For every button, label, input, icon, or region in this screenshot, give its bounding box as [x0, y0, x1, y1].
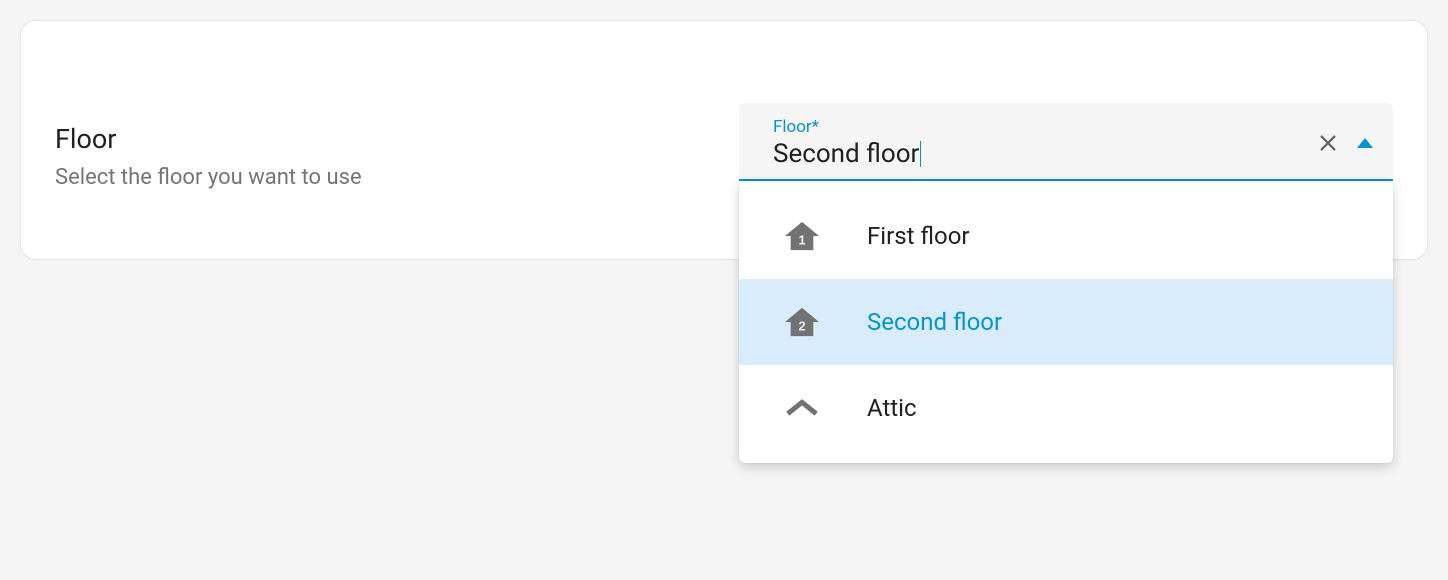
floor-option-label: First floor: [867, 222, 970, 250]
clear-icon[interactable]: [1317, 132, 1339, 154]
floor-select-icons: [1317, 132, 1373, 154]
roof-icon: [785, 393, 819, 423]
floor-selector-card: Floor Select the floor you want to use F…: [20, 20, 1428, 260]
floor-dropdown: 1 First floor 2 Second floor Attic: [739, 181, 1393, 463]
floor-option-attic[interactable]: Attic: [739, 365, 1393, 451]
section-subtitle: Select the floor you want to use: [55, 165, 699, 190]
floor-option-label: Attic: [867, 394, 917, 422]
floor-option-first-floor[interactable]: 1 First floor: [739, 193, 1393, 279]
floor-select-label: Floor*: [773, 117, 1317, 137]
house-2-icon: 2: [785, 307, 819, 337]
section-title: Floor: [55, 123, 699, 155]
floor-option-second-floor[interactable]: 2 Second floor: [739, 279, 1393, 365]
floor-select-wrapper: Floor* Second floor 1 First floor: [739, 103, 1393, 181]
floor-option-label: Second floor: [867, 308, 1002, 336]
floor-select-text: Floor* Second floor: [773, 117, 1317, 169]
dropdown-toggle-icon[interactable]: [1357, 138, 1373, 148]
house-1-icon: 1: [785, 221, 819, 251]
svg-text:1: 1: [798, 233, 805, 248]
svg-text:2: 2: [798, 319, 805, 334]
section-description: Floor Select the floor you want to use: [55, 53, 699, 190]
floor-select-value: Second floor: [773, 139, 919, 169]
floor-select[interactable]: Floor* Second floor: [739, 103, 1393, 181]
